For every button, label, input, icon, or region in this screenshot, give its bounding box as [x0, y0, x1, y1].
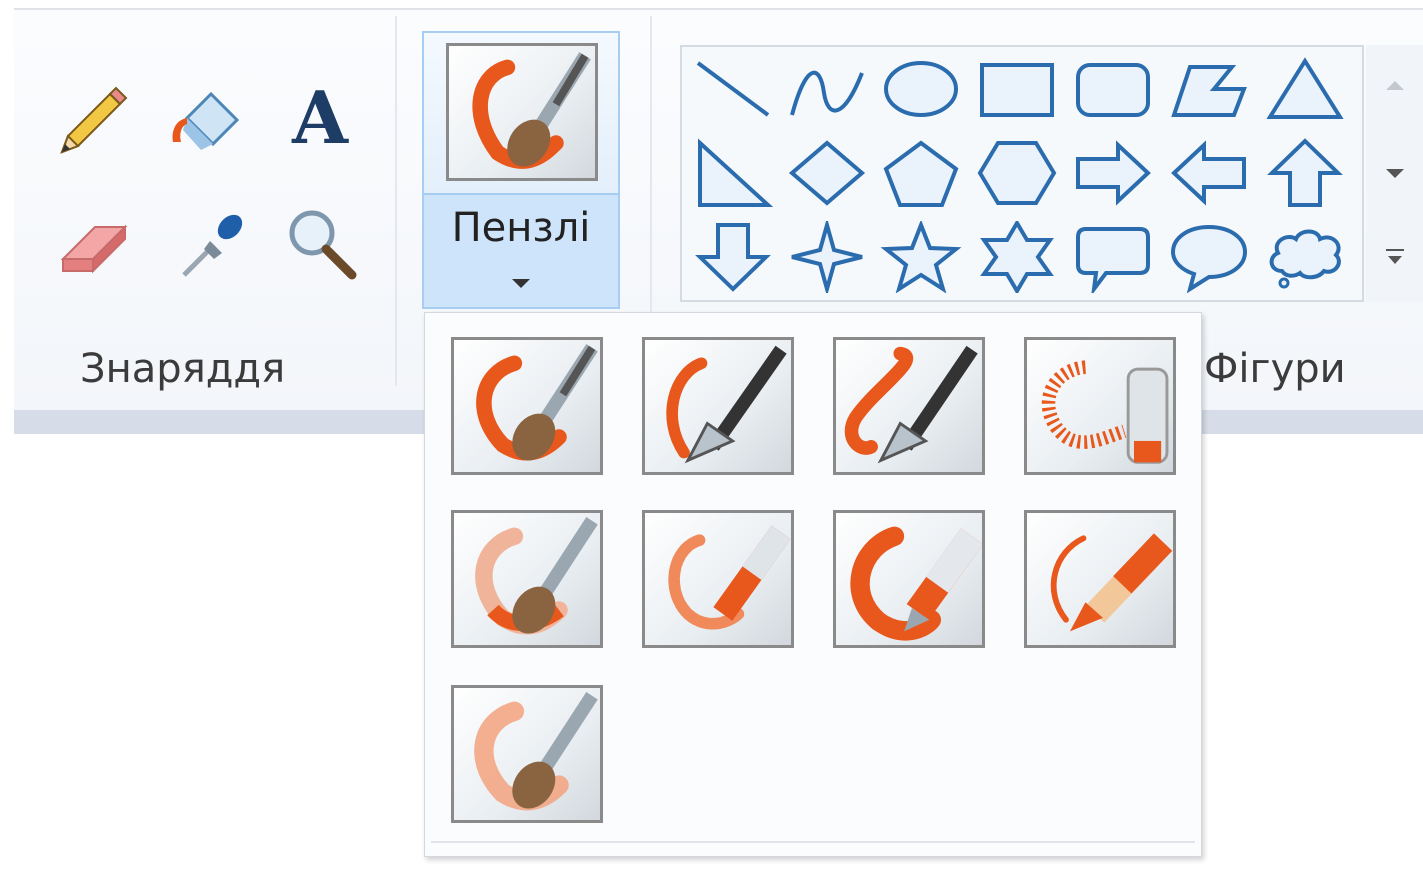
shape-oval-icon[interactable] [880, 53, 962, 125]
brush-option-crayon[interactable] [642, 510, 794, 648]
chevron-up-icon [1385, 80, 1404, 90]
oil-brush-icon [475, 517, 598, 635]
marker-icon [850, 526, 982, 641]
natural-pencil-icon [1050, 533, 1173, 632]
magnifier-icon[interactable] [275, 198, 365, 288]
dropdown-footer-divider [431, 841, 1195, 843]
fill-bucket-icon[interactable] [160, 75, 250, 165]
calligraphy-brush-icon [844, 345, 978, 464]
scroll-down-button[interactable] [1366, 133, 1423, 213]
calligraphy-brush-icon [666, 345, 787, 464]
scroll-up-button[interactable] [1366, 45, 1423, 125]
shape-down-arrow-icon[interactable] [692, 221, 774, 293]
shape-left-arrow-icon[interactable] [1168, 137, 1250, 209]
shape-right-arrow-icon[interactable] [1072, 137, 1154, 209]
shape-cloud-callout-icon[interactable] [1264, 221, 1346, 293]
shape-diamond-icon[interactable] [786, 137, 868, 209]
tools-group-label: Знаряддя [80, 346, 286, 392]
shapes-group-label: Фігури [1204, 346, 1346, 392]
shape-curve-icon[interactable] [786, 53, 868, 125]
shape-hexagon-icon[interactable] [976, 137, 1058, 209]
brush-option-calligraphy-2[interactable] [833, 337, 985, 475]
brush-icon [476, 344, 598, 461]
shape-six-point-star-icon[interactable] [976, 221, 1058, 293]
brush-option-calligraphy-1[interactable] [642, 337, 794, 475]
expand-gallery-icon [1385, 249, 1404, 264]
shape-rectangle-icon[interactable] [976, 53, 1058, 125]
group-separator [395, 16, 397, 386]
eraser-icon[interactable] [50, 198, 140, 288]
shape-pentagon-icon[interactable] [880, 137, 962, 209]
chevron-down-icon [1385, 168, 1404, 178]
brush-option-oil[interactable] [451, 510, 603, 648]
shape-triangle-icon[interactable] [1264, 53, 1346, 125]
shape-oval-callout-icon[interactable] [1168, 221, 1250, 293]
shape-four-point-star-icon[interactable] [786, 221, 868, 293]
brushes-button-top[interactable] [424, 33, 618, 195]
pencil-icon[interactable] [45, 75, 135, 165]
brush-option-watercolor[interactable] [451, 685, 603, 823]
shape-up-arrow-icon[interactable] [1264, 137, 1346, 209]
gallery-expand-button[interactable] [1366, 217, 1423, 297]
shapes-scrollbar [1366, 45, 1423, 302]
airbrush-icon [1041, 360, 1169, 464]
chevron-down-icon [512, 279, 530, 288]
brush-option-airbrush[interactable] [1024, 337, 1176, 475]
brushes-button-bottom[interactable]: Пензлі [424, 195, 618, 307]
brushes-label: Пензлі [451, 205, 591, 251]
brushes-dropdown [424, 312, 1202, 857]
brush-option-brush[interactable] [451, 337, 603, 475]
brush-icon [446, 43, 598, 181]
brush-option-marker[interactable] [833, 510, 985, 648]
shape-line-icon[interactable] [692, 53, 774, 125]
watercolor-brush-icon [474, 692, 598, 811]
shape-right-triangle-icon[interactable] [692, 137, 774, 209]
brush-option-natural-pencil[interactable] [1024, 510, 1176, 648]
shape-polygon-icon[interactable] [1168, 53, 1250, 125]
brushes-button[interactable]: Пензлі [422, 31, 620, 309]
shape-five-point-star-icon[interactable] [880, 221, 962, 293]
color-picker-icon[interactable] [165, 198, 255, 288]
crayon-icon [668, 525, 791, 630]
text-icon[interactable]: A [275, 72, 365, 162]
shape-rounded-rectangle-icon[interactable] [1072, 53, 1154, 125]
shape-rounded-callout-icon[interactable] [1072, 221, 1154, 293]
shapes-gallery [680, 45, 1364, 302]
